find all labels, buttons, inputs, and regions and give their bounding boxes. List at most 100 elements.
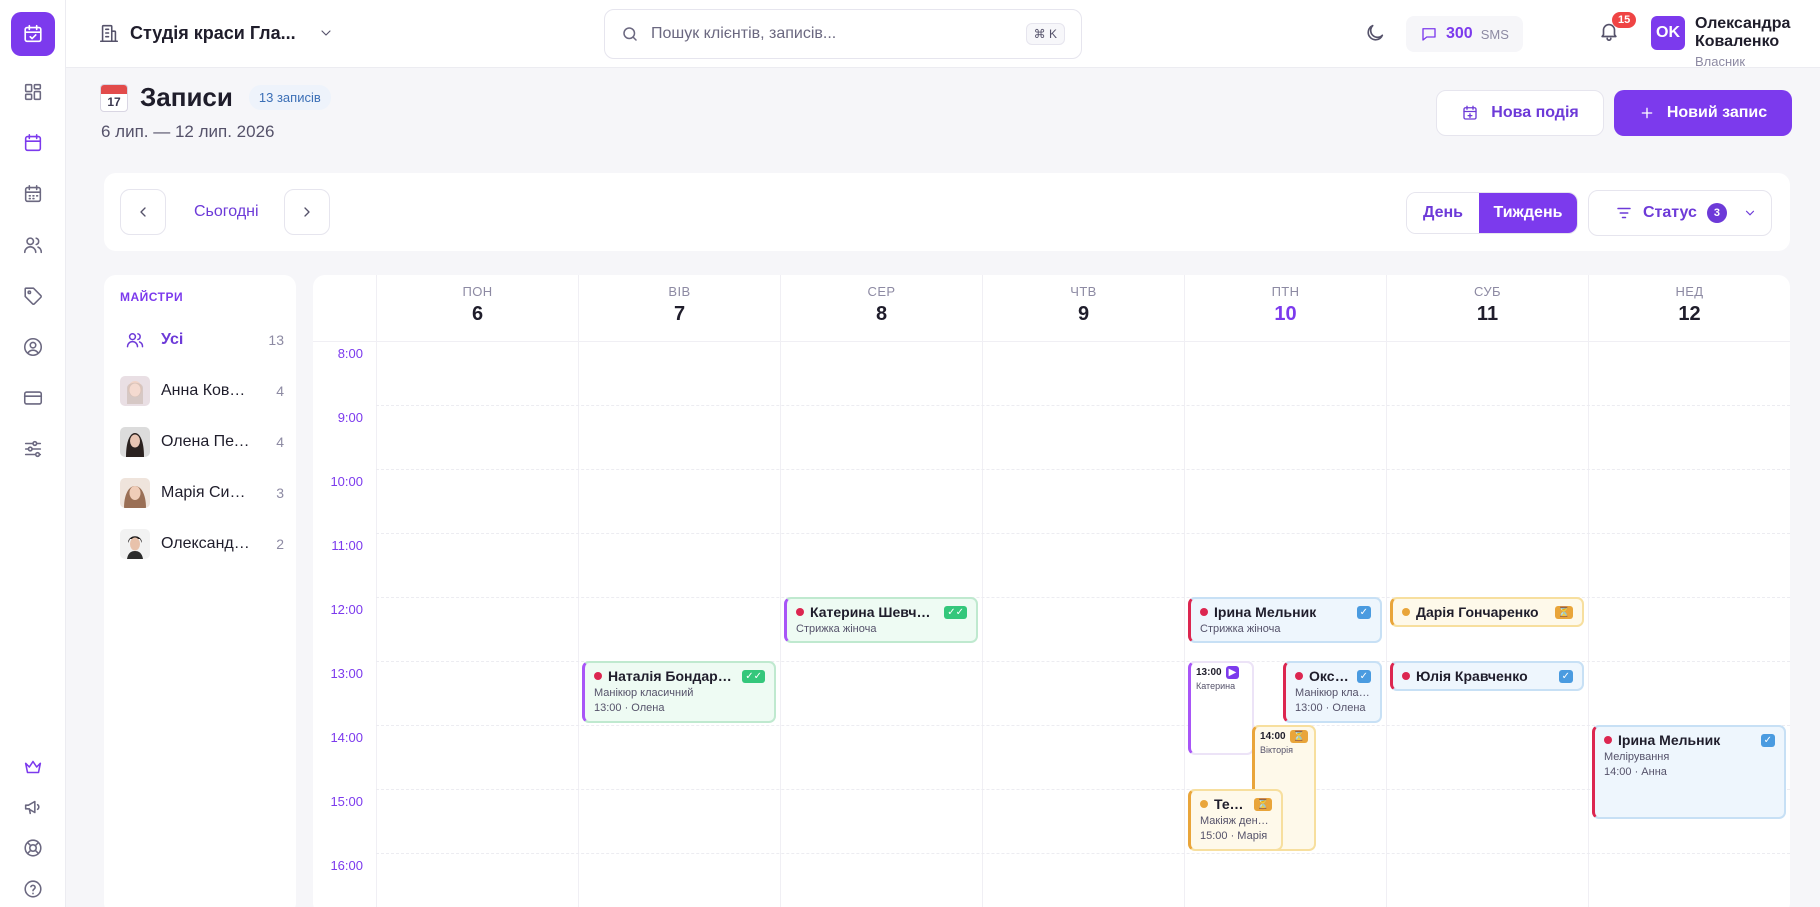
hour-gridline bbox=[376, 469, 1790, 470]
client-name: Ірина Мельник bbox=[1618, 732, 1721, 748]
master-item[interactable]: Марія Сидоренко 3 bbox=[120, 476, 284, 510]
status-check-icon: ⏳ bbox=[1554, 605, 1573, 619]
credit-card-icon[interactable] bbox=[19, 384, 47, 412]
client-name: Катерина Шевченко bbox=[810, 604, 939, 620]
status-filter-button[interactable]: Статус 3 bbox=[1588, 190, 1772, 236]
master-item[interactable]: Олена Петренко 4 bbox=[120, 425, 284, 459]
service-name: Мелірування bbox=[1604, 751, 1670, 763]
appointment-title: 13:00 ▶ bbox=[1196, 666, 1247, 679]
appointment-card[interactable]: Ірина Мельник ✓ Стрижка жіноча bbox=[1188, 597, 1382, 643]
calendar-grid-icon[interactable] bbox=[19, 180, 47, 208]
sliders-icon[interactable] bbox=[19, 435, 47, 463]
status-check-icon: ✓ bbox=[1760, 733, 1775, 747]
calendar-check-icon[interactable] bbox=[11, 12, 55, 56]
status-dot bbox=[1200, 608, 1208, 616]
master-name: Анна Коваленко bbox=[161, 382, 253, 399]
master-item[interactable]: Анна Коваленко 4 bbox=[120, 374, 284, 408]
weekday-label: ЧТВ bbox=[1070, 284, 1097, 299]
avatar[interactable]: OK bbox=[1651, 16, 1685, 50]
user-menu[interactable]: Олександра Коваленко Власник bbox=[1695, 15, 1820, 69]
dashboard-icon[interactable] bbox=[19, 78, 47, 106]
client-name: Оксана bbox=[1309, 668, 1351, 684]
view-day-tab[interactable]: День bbox=[1407, 193, 1479, 233]
appointment-title: Дарія Гончаренко ⏳ bbox=[1402, 604, 1573, 620]
hour-label: 9:00 bbox=[337, 410, 363, 425]
master-item[interactable]: Олександра Коваленко 2 bbox=[120, 527, 284, 561]
appointment-card[interactable]: Наталія Бондаренко ✓✓ Манікюр класичний 13:… bbox=[582, 661, 776, 723]
day-header[interactable]: ПТН 10 bbox=[1184, 275, 1386, 341]
client-name: Наталія Бондаренко bbox=[608, 668, 737, 684]
appointment-card[interactable]: Ірина Мельник ✓ Мелірування 14:00 · Анна bbox=[1592, 725, 1786, 819]
megaphone-icon[interactable] bbox=[19, 793, 47, 821]
studio-switcher[interactable]: Студія краси Гла... bbox=[98, 22, 334, 44]
status-check-icon: ✓ bbox=[1558, 669, 1573, 683]
calendar-toolbar: Сьогодні День Тиждень Статус 3 bbox=[104, 173, 1790, 251]
master-count: 2 bbox=[276, 536, 284, 552]
day-header[interactable]: ЧТВ 9 bbox=[982, 275, 1184, 341]
appointment-card[interactable]: Дарія Гончаренко ⏳ bbox=[1390, 597, 1584, 627]
weekday-label: СЕР bbox=[867, 284, 896, 299]
status-count-badge: 3 bbox=[1706, 203, 1727, 223]
hour-gridline bbox=[376, 405, 1790, 406]
status-dot bbox=[594, 672, 602, 680]
hour-label: 14:00 bbox=[330, 730, 363, 745]
appointment-card[interactable]: Тетяна ⏳ Макіяж денний 15:00 · Марія bbox=[1188, 789, 1284, 851]
hour-label: 12:00 bbox=[330, 602, 363, 617]
new-record-button[interactable]: Новий запис bbox=[1614, 90, 1792, 136]
day-number: 8 bbox=[875, 303, 888, 325]
lifebuoy-icon[interactable] bbox=[19, 834, 47, 862]
status-check-icon: ✓ bbox=[1356, 669, 1371, 683]
chevron-left-icon bbox=[140, 207, 146, 217]
sms-balance[interactable]: 300 SMS bbox=[1406, 16, 1523, 52]
day-number: 6 bbox=[471, 303, 484, 325]
status-check-icon: ✓✓ bbox=[742, 669, 765, 683]
appointment-card[interactable]: Оксана ✓ Манікюр класичний 13:00 · Олена bbox=[1283, 661, 1382, 723]
tag-icon[interactable] bbox=[19, 282, 47, 310]
next-week-button[interactable] bbox=[284, 189, 330, 235]
day-header[interactable]: НЕД 12 bbox=[1588, 275, 1790, 341]
chevron-right-icon bbox=[304, 207, 310, 217]
sms-count: 300 bbox=[1446, 25, 1473, 42]
user-role: Власник bbox=[1695, 54, 1746, 69]
day-column-divider bbox=[982, 341, 983, 907]
masters-header: МАЙСТРИ bbox=[120, 290, 184, 304]
today-button[interactable]: Сьогодні bbox=[194, 203, 259, 221]
view-switcher: День Тиждень bbox=[1406, 192, 1578, 234]
master-name: Олена Петренко bbox=[161, 433, 253, 450]
moon-icon[interactable] bbox=[1364, 22, 1386, 49]
day-header[interactable]: СУБ 11 bbox=[1386, 275, 1588, 341]
view-week-tab[interactable]: Тиждень bbox=[1479, 193, 1577, 233]
building-icon bbox=[99, 24, 119, 43]
users-icon[interactable] bbox=[19, 231, 47, 259]
appointment-card[interactable]: Юлія Кравченко ✓ bbox=[1390, 661, 1584, 691]
help-icon[interactable] bbox=[19, 875, 47, 903]
day-header[interactable]: СЕР 8 bbox=[780, 275, 982, 341]
master-avatar bbox=[120, 478, 150, 508]
search-box[interactable]: ⌘ K bbox=[604, 9, 1082, 59]
status-check-icon: ✓✓ bbox=[944, 605, 967, 619]
hour-label: 10:00 bbox=[330, 474, 363, 489]
service-name: Макіяж денний bbox=[1200, 815, 1273, 827]
search-input[interactable] bbox=[651, 25, 1026, 43]
new-event-button[interactable]: Нова подія bbox=[1436, 90, 1604, 136]
master-item-all[interactable]: Усі 13 bbox=[120, 323, 284, 357]
appointment-card[interactable]: Катерина Шевченко ✓✓ Стрижка жіноча bbox=[784, 597, 978, 643]
page-header: 17 Записи 13 записів bbox=[100, 82, 331, 113]
prev-week-button[interactable] bbox=[120, 189, 166, 235]
weekday-label: ПОН bbox=[462, 284, 493, 299]
master-avatar bbox=[120, 529, 150, 559]
appointment-title: 14:00 ⏳ bbox=[1260, 730, 1309, 743]
appointment-time-master: 13:00 · Олена bbox=[594, 702, 665, 714]
calendar-icon[interactable] bbox=[19, 129, 47, 157]
day-header[interactable]: ВІВ 7 bbox=[578, 275, 780, 341]
appointment-card[interactable]: 13:00 ▶ Катерина bbox=[1188, 661, 1254, 755]
bell-icon[interactable]: 15 bbox=[1598, 12, 1637, 47]
client-name: Дарія Гончаренко bbox=[1416, 604, 1539, 620]
day-header[interactable]: ПОН 6 bbox=[376, 275, 578, 341]
message-icon bbox=[1422, 28, 1436, 41]
day-column-divider bbox=[780, 341, 781, 907]
user-circle-icon[interactable] bbox=[19, 333, 47, 361]
crown-icon[interactable] bbox=[19, 753, 47, 781]
status-label: Статус bbox=[1643, 204, 1697, 221]
appointment-title: Юлія Кравченко ✓ bbox=[1402, 668, 1573, 684]
